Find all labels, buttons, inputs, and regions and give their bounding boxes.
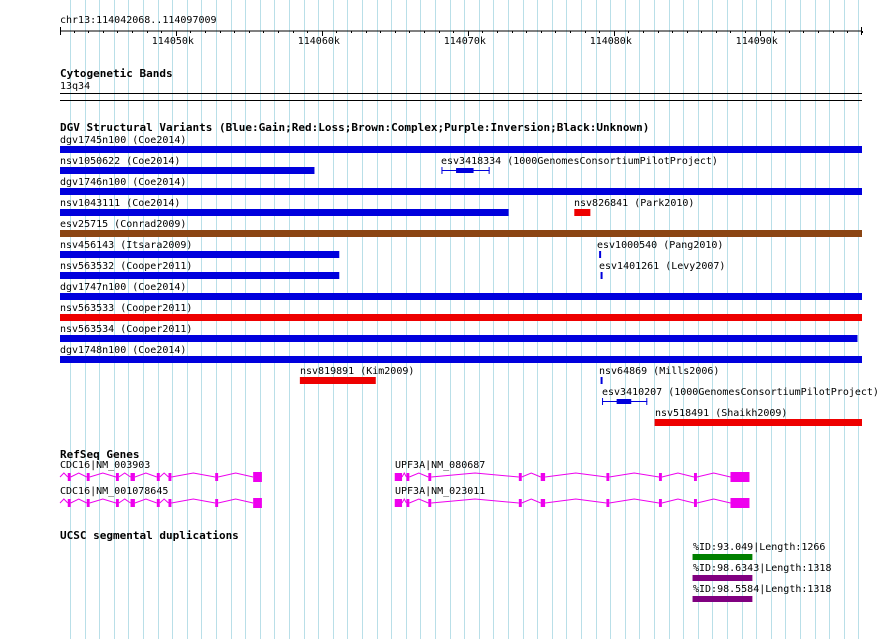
refseq-exon[interactable]	[168, 499, 172, 507]
refseq-exon[interactable]	[394, 473, 403, 481]
refseq-intron	[118, 498, 131, 504]
dgv-variant-bar[interactable]	[654, 419, 862, 426]
refseq-exon[interactable]	[86, 499, 90, 507]
refseq-intron	[521, 472, 541, 478]
refseq-exon[interactable]	[156, 499, 160, 507]
refseq-exon[interactable]	[658, 499, 662, 507]
refseq-intron	[409, 498, 429, 504]
refseq-intron	[696, 498, 731, 504]
refseq-exon[interactable]	[253, 472, 262, 482]
refseq-intron	[218, 472, 254, 478]
refseq-exon[interactable]	[693, 499, 697, 507]
dgv-variant-core[interactable]	[456, 168, 474, 173]
refseq-intron	[59, 472, 69, 478]
dgv-variant-core[interactable]	[616, 399, 632, 404]
refseq-exon[interactable]	[67, 499, 71, 507]
refseq-exon[interactable]	[730, 472, 750, 482]
segdup-bar[interactable]	[692, 575, 753, 581]
segdup-bar[interactable]	[692, 596, 753, 602]
refseq-exon[interactable]	[606, 473, 610, 481]
refseq-intron	[159, 472, 169, 478]
refseq-intron	[545, 498, 607, 504]
refseq-intron	[609, 472, 660, 478]
refseq-intron	[401, 497, 407, 504]
refseq-intron	[409, 472, 429, 478]
segdup-bar[interactable]	[692, 554, 753, 560]
refseq-intron	[171, 472, 216, 478]
dgv-variant-bar[interactable]	[60, 335, 858, 342]
refseq-intron	[134, 498, 157, 504]
dgv-variant-bar[interactable]	[60, 209, 509, 216]
refseq-exon[interactable]	[730, 498, 750, 508]
refseq-exon[interactable]	[156, 473, 160, 481]
refseq-exon[interactable]	[428, 499, 432, 507]
refseq-intron	[134, 472, 157, 478]
dgv-variant-bar[interactable]	[60, 230, 862, 237]
refseq-intron	[89, 472, 117, 478]
refseq-intron	[661, 498, 695, 504]
refseq-intron	[70, 472, 87, 478]
dgv-variant-bar[interactable]	[60, 146, 862, 153]
dgv-variant-bar[interactable]	[60, 293, 862, 300]
refseq-exon[interactable]	[394, 499, 403, 507]
dgv-variant-bar[interactable]	[599, 251, 602, 258]
refseq-exon[interactable]	[540, 473, 546, 481]
dgv-variant-bar[interactable]	[60, 167, 315, 174]
refseq-intron	[401, 471, 407, 478]
refseq-exon[interactable]	[130, 473, 135, 481]
dgv-variant-bar[interactable]	[60, 356, 862, 363]
genome-browser-view: chr13:114042068..114097009 114050k 114060…	[0, 0, 890, 639]
dgv-variant-bar[interactable]	[60, 272, 340, 279]
refseq-exon[interactable]	[406, 473, 410, 481]
dgv-variant-bar[interactable]	[60, 188, 862, 195]
refseq-exon[interactable]	[518, 499, 522, 507]
refseq-intron	[609, 498, 660, 504]
refseq-exon[interactable]	[428, 473, 432, 481]
refseq-intron	[431, 498, 519, 504]
refseq-intron	[59, 498, 69, 504]
refseq-intron	[171, 498, 216, 504]
dgv-variant-bar[interactable]	[60, 251, 340, 258]
refseq-exon[interactable]	[86, 473, 90, 481]
refseq-exon[interactable]	[115, 473, 119, 481]
refseq-intron	[545, 472, 607, 478]
feature-glyphs	[59, 146, 862, 602]
refseq-intron	[159, 498, 169, 504]
refseq-exon[interactable]	[67, 473, 71, 481]
refseq-intron	[521, 498, 541, 504]
refseq-exon[interactable]	[215, 499, 219, 507]
dgv-variant-bar[interactable]	[600, 272, 603, 279]
refseq-exon[interactable]	[406, 499, 410, 507]
refseq-exon[interactable]	[518, 473, 522, 481]
refseq-intron	[661, 472, 695, 478]
refseq-exon[interactable]	[540, 499, 546, 507]
refseq-intron	[218, 498, 254, 504]
refseq-exon[interactable]	[606, 499, 610, 507]
refseq-exon[interactable]	[130, 499, 135, 507]
refseq-exon[interactable]	[253, 498, 262, 508]
dgv-variant-bar[interactable]	[600, 377, 603, 384]
refseq-intron	[89, 498, 117, 504]
refseq-intron	[696, 472, 731, 478]
refseq-exon[interactable]	[693, 473, 697, 481]
refseq-intron	[118, 472, 131, 478]
refseq-exon[interactable]	[215, 473, 219, 481]
dgv-variant-bar[interactable]	[299, 377, 376, 384]
refseq-intron	[70, 498, 87, 504]
refseq-exon[interactable]	[115, 499, 119, 507]
refseq-intron	[431, 472, 519, 478]
refseq-exon[interactable]	[658, 473, 662, 481]
dgv-variant-bar[interactable]	[60, 314, 862, 321]
dgv-variant-bar[interactable]	[574, 209, 591, 216]
refseq-exon[interactable]	[168, 473, 172, 481]
